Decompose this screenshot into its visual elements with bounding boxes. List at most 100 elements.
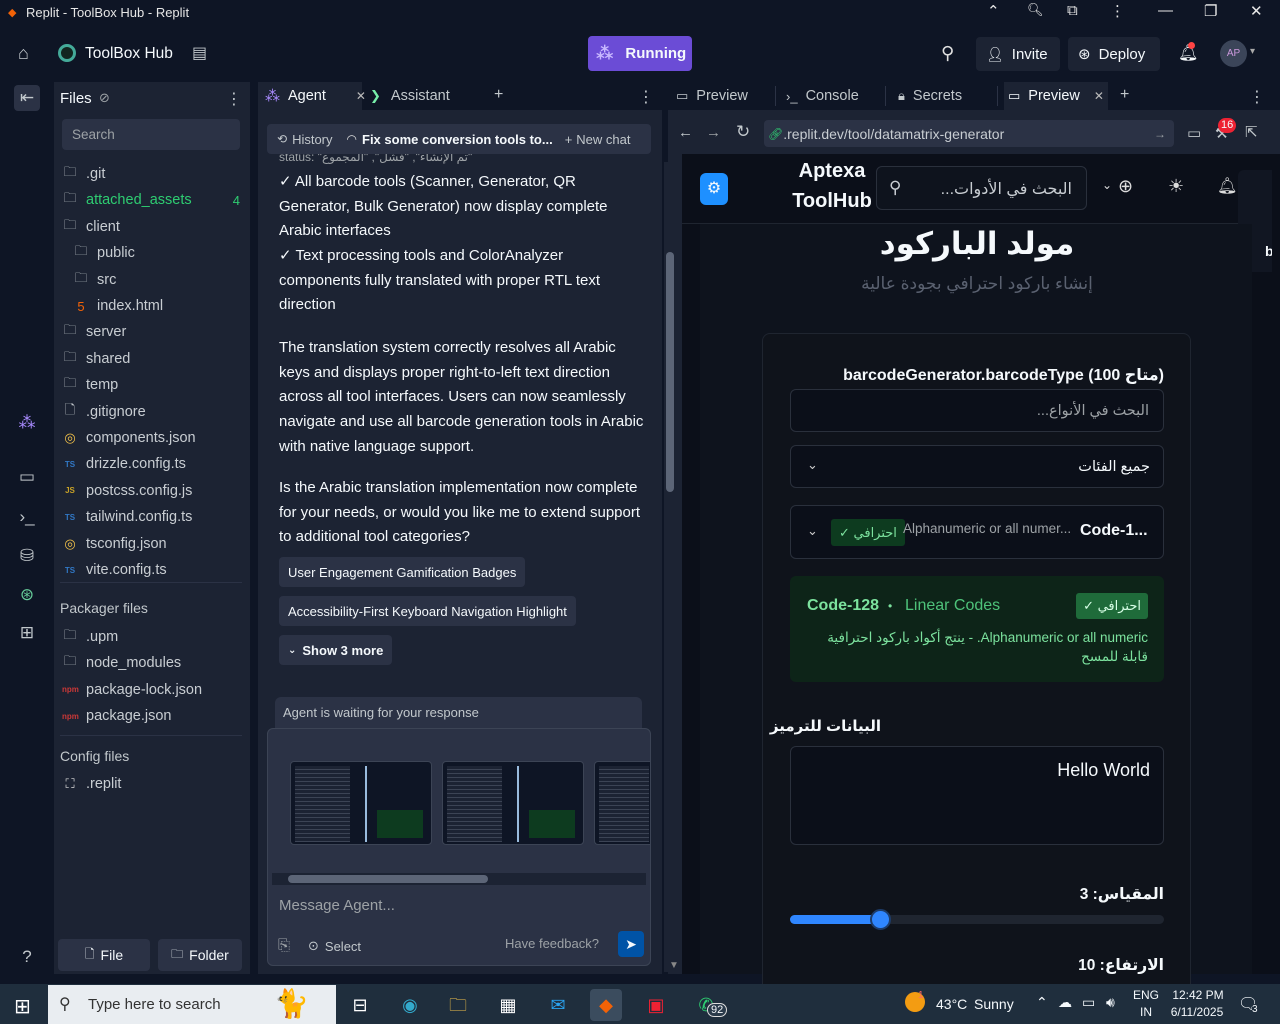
thumbs-scrollbar-thumb[interactable]: [288, 875, 488, 883]
file-tree-item[interactable]: npm package.json: [62, 703, 248, 729]
type-search-input[interactable]: البحث في الأنواع...: [790, 389, 1164, 432]
history-button[interactable]: History: [292, 132, 332, 147]
tray-expand-icon[interactable]: ⌃: [1036, 994, 1048, 1011]
file-tree-item[interactable]: TS vite.config.ts: [62, 557, 248, 583]
file-explorer-icon[interactable]: 🗀: [442, 989, 474, 1021]
send-icon[interactable]: ➤: [618, 931, 644, 957]
edge-browser-icon[interactable]: ◉: [394, 989, 426, 1021]
suggestion-chip[interactable]: Accessibility-First Keyboard Navigation …: [279, 596, 576, 626]
invite-button[interactable]: 👤︎ Invite: [976, 37, 1060, 71]
deploy-button[interactable]: ⊛ Deploy: [1068, 37, 1160, 71]
microsoft-store-icon[interactable]: ▦: [492, 989, 524, 1021]
toggle-sidebar-icon[interactable]: ⇤: [14, 85, 40, 111]
outlook-icon[interactable]: ✉: [542, 989, 574, 1021]
database-icon[interactable]: ⛁: [14, 543, 40, 569]
scale-slider-thumb[interactable]: [869, 909, 891, 930]
clock-date[interactable]: 6/11/2025: [1166, 1005, 1228, 1019]
weather-temp[interactable]: 43°C: [936, 996, 967, 1012]
go-arrow-icon[interactable]: →: [1154, 127, 1166, 141]
feedback-link[interactable]: Have feedback?: [505, 936, 599, 951]
restore-icon[interactable]: ❐: [1204, 2, 1217, 20]
chat-title[interactable]: Fix some conversion tools to...: [362, 132, 553, 147]
file-tree-item[interactable]: ⛶ .replit: [62, 771, 248, 797]
deploy-icon[interactable]: ⊛: [14, 582, 40, 608]
theme-sun-icon[interactable]: ☀: [1168, 176, 1184, 197]
files-search-input[interactable]: Search: [62, 119, 240, 150]
bell-icon[interactable]: 🔔︎: [1217, 176, 1237, 196]
home-icon[interactable]: ⌂: [18, 43, 29, 64]
tab-agent[interactable]: ⁂ Agent ✕: [258, 82, 366, 110]
tab-preview-0[interactable]: ▭ Preview: [672, 82, 776, 110]
apps-grid-icon[interactable]: ⊞: [14, 620, 40, 646]
tab-preview-2[interactable]: 🔒︎ Secrets: [894, 82, 998, 110]
file-tree-item[interactable]: 🗀︎ src: [73, 267, 259, 293]
file-tree-item[interactable]: ◎ components.json: [62, 425, 248, 451]
new-folder-button[interactable]: 🗀︎ Folder: [158, 939, 242, 971]
chevron-up-icon[interactable]: ⌃: [987, 2, 1000, 20]
site-logo-icon[interactable]: ⚙: [700, 173, 728, 205]
file-tree-item[interactable]: TS tailwind.config.ts: [62, 504, 248, 530]
pdf-app-icon[interactable]: ▣: [640, 989, 672, 1021]
barcode-type-select[interactable]: ⌄ ✓ احترافي Alphanumeric or all numer...…: [790, 505, 1164, 559]
new-chat-button[interactable]: New chat: [576, 132, 630, 147]
site-search-input[interactable]: البحث في الأدوات... ⚲: [876, 166, 1087, 210]
category-select[interactable]: جميع الفئات ⌄: [790, 445, 1164, 488]
tab-preview-3[interactable]: ▭ Preview ✕: [1004, 82, 1108, 110]
devices-icon[interactable]: ▭: [1187, 124, 1201, 142]
thumbs-scrollbar[interactable]: [272, 873, 646, 885]
zoom-icon[interactable]: 🔍︎: [1027, 2, 1044, 18]
file-tree-item[interactable]: 🗋︎ .gitignore: [62, 399, 248, 425]
cloud-icon[interactable]: ☁: [1058, 994, 1072, 1011]
weather-text[interactable]: Sunny: [974, 996, 1014, 1012]
avatar[interactable]: AP: [1220, 40, 1247, 67]
network-icon[interactable]: ▭: [1082, 994, 1095, 1011]
screenshot-thumbnail[interactable]: [594, 761, 650, 845]
file-tree-item[interactable]: 🗀︎ node_modules: [62, 650, 248, 676]
more-vertical-icon[interactable]: ⋮: [226, 89, 242, 109]
file-tree-item[interactable]: 🗀︎ .git: [62, 161, 248, 187]
preview-icon[interactable]: ▭: [14, 464, 40, 490]
history-icon[interactable]: ⟲: [277, 132, 287, 146]
file-tree-item[interactable]: ◎ tsconfig.json: [62, 531, 248, 557]
add-tab-icon[interactable]: +: [1120, 86, 1129, 104]
file-tree-item[interactable]: 🗀︎ .upm: [62, 624, 248, 650]
help-icon[interactable]: ?: [14, 944, 40, 970]
file-tree-item[interactable]: 🗀︎ public: [73, 240, 259, 266]
screenshot-thumbnail[interactable]: [442, 761, 584, 845]
more-vertical-icon[interactable]: ⋮: [1249, 87, 1265, 107]
clock-time[interactable]: 12:42 PM: [1171, 988, 1225, 1002]
close-tab-icon[interactable]: ✕: [356, 89, 366, 103]
console-icon[interactable]: ›_: [14, 504, 40, 530]
database-icon[interactable]: ▤: [192, 43, 207, 63]
more-vertical-icon[interactable]: ⋮: [638, 87, 654, 107]
globe-icon[interactable]: ⊕: [1118, 176, 1133, 197]
open-new-tab-icon[interactable]: ⇱: [1245, 123, 1258, 141]
file-tree-item[interactable]: 🗀︎ server: [62, 319, 248, 345]
preview-left-scrollbar[interactable]: [664, 162, 676, 972]
show-more-button[interactable]: ⌄ Show 3 more: [279, 635, 393, 665]
file-tree-item[interactable]: npm package-lock.json: [62, 677, 248, 703]
language-bottom[interactable]: IN: [1140, 1005, 1152, 1019]
minimize-icon[interactable]: —: [1158, 2, 1173, 19]
more-vertical-icon[interactable]: ⋮: [1110, 2, 1125, 20]
scale-slider-track[interactable]: [790, 909, 1164, 930]
windows-start-icon[interactable]: ⊞: [14, 994, 31, 1019]
attach-icon[interactable]: ⎘: [278, 937, 290, 954]
file-tree-item[interactable]: 5 index.html: [73, 293, 259, 319]
tab-preview-1[interactable]: ›_ Console: [782, 82, 886, 110]
file-tree-item[interactable]: 🗀︎ temp: [62, 372, 248, 398]
message-input[interactable]: Message Agent...: [279, 897, 395, 914]
taskbar-search-input[interactable]: ⚲ Type here to search 🐈: [48, 985, 336, 1024]
screenshot-thumbnail[interactable]: [290, 761, 432, 845]
file-tree-item[interactable]: 🗀︎ shared: [62, 346, 248, 372]
close-tab-icon[interactable]: ✕: [1094, 89, 1104, 103]
scroll-down-arrow-icon[interactable]: ▼: [669, 960, 679, 971]
run-button[interactable]: ⁂ Running: [588, 36, 692, 71]
back-icon[interactable]: ←: [678, 124, 693, 141]
new-file-button[interactable]: 🗋︎ File: [58, 939, 150, 971]
url-bar[interactable]: 🔗︎ .replit.dev/tool/datamatrix-generator…: [764, 120, 1174, 147]
close-window-icon[interactable]: ✕: [1250, 2, 1263, 20]
data-input[interactable]: Hello World: [790, 746, 1164, 845]
volume-icon[interactable]: 🔊︎: [1106, 994, 1115, 1011]
search-icon[interactable]: ⚲: [941, 43, 954, 64]
